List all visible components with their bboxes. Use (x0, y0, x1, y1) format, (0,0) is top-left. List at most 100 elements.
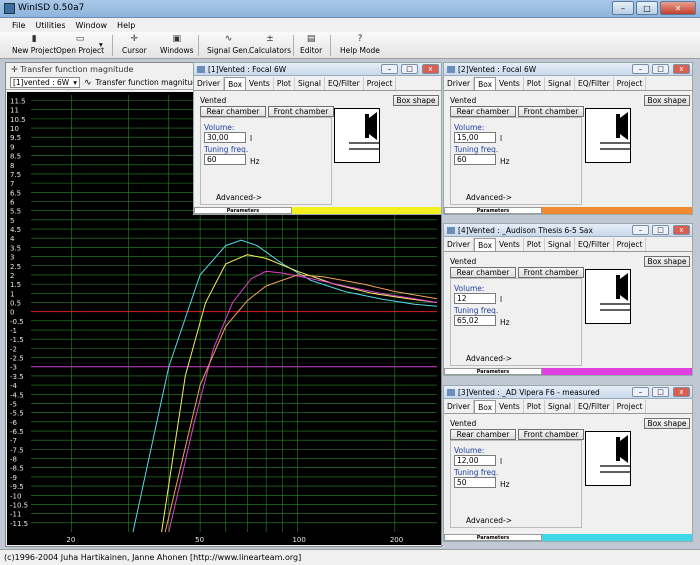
advanced-link[interactable]: Advanced-> (466, 193, 512, 202)
tab-driver[interactable]: Driver (194, 77, 225, 90)
maximize-button[interactable]: □ (652, 64, 669, 74)
tab-vents[interactable]: Vents (496, 400, 524, 413)
graph-type-select[interactable]: Transfer function magnitude (96, 78, 202, 87)
tab-project[interactable]: Project (614, 77, 647, 90)
volume-unit: l (250, 134, 253, 143)
tuning-input[interactable]: 65,02 (454, 315, 496, 326)
minimize-button[interactable]: – (381, 64, 398, 74)
tab-driver[interactable]: Driver (444, 238, 475, 251)
close-button[interactable]: x (422, 64, 439, 74)
y-tick-label: -2.5 (10, 355, 24, 363)
box-window-title: [1]Vented : Focal 6W – □ x (194, 63, 441, 76)
front-chamber-tab[interactable]: Front chamber (518, 429, 584, 440)
windows-button[interactable]: ▣ Windows (160, 34, 193, 55)
menu-window[interactable]: Window (76, 21, 108, 30)
rear-chamber-tab[interactable]: Rear chamber (450, 267, 516, 278)
menu-utilities[interactable]: Utilities (35, 21, 65, 30)
volume-input[interactable]: 12,00 (454, 455, 496, 466)
y-tick-label: 3.5 (10, 244, 21, 252)
signal-gen-button[interactable]: ∿ Signal Gen. (207, 34, 250, 55)
minimize-button[interactable]: – (632, 225, 649, 235)
new-project-button[interactable]: ▮ New Project (12, 34, 56, 55)
close-button[interactable]: ✕ (660, 1, 696, 15)
tuning-unit: Hz (500, 157, 510, 166)
parameters-tab[interactable]: Parameters (444, 534, 542, 541)
help-mode-button[interactable]: ? Help Mode (340, 34, 380, 55)
new-file-icon: ▮ (31, 34, 37, 44)
menu-file[interactable]: File (12, 21, 25, 30)
tab-project[interactable]: Project (614, 400, 647, 413)
close-button[interactable]: x (673, 64, 690, 74)
tuning-unit: Hz (500, 480, 510, 489)
volume-input[interactable]: 12 (454, 293, 496, 304)
front-chamber-tab[interactable]: Front chamber (518, 106, 584, 117)
folder-icon: ▭ (75, 34, 85, 44)
tab-driver[interactable]: Driver (444, 77, 475, 90)
tab-plot[interactable]: Plot (524, 238, 545, 251)
tab-driver[interactable]: Driver (444, 400, 475, 413)
volume-input[interactable]: 30,00 (204, 132, 246, 143)
maximize-button[interactable]: □ (636, 1, 658, 15)
close-button[interactable]: x (673, 225, 690, 235)
cursor-button[interactable]: ✛ Cursor (122, 34, 147, 55)
minimize-button[interactable]: – (632, 64, 649, 74)
tab-vents[interactable]: Vents (496, 238, 524, 251)
x-tick-label: 200 (390, 536, 403, 544)
tab-eq-filter[interactable]: EQ/Filter (575, 238, 614, 251)
tab-plot[interactable]: Plot (274, 77, 295, 90)
parameters-tab[interactable]: Parameters (444, 368, 542, 375)
open-project-button[interactable]: ▭ Open Project (56, 34, 104, 55)
y-tick-label: 1.5 (10, 281, 21, 289)
front-chamber-tab[interactable]: Front chamber (518, 267, 584, 278)
calculators-button[interactable]: ± Calculators (249, 34, 291, 55)
tab-signal[interactable]: Signal (545, 400, 575, 413)
tab-signal[interactable]: Signal (545, 77, 575, 90)
maximize-button[interactable]: □ (652, 387, 669, 397)
tab-eq-filter[interactable]: EQ/Filter (325, 77, 364, 90)
menu-help[interactable]: Help (117, 21, 135, 30)
tuning-input[interactable]: 60 (204, 154, 246, 165)
project-select[interactable]: [1]vented : 6W (10, 77, 80, 88)
tab-box[interactable]: Box (474, 77, 497, 90)
tab-bar: Driver Box Vents Plot Signal EQ/Filter Project (444, 77, 692, 91)
volume-unit: l (500, 134, 503, 143)
tab-plot[interactable]: Plot (524, 77, 545, 90)
tab-eq-filter[interactable]: EQ/Filter (575, 77, 614, 90)
tab-signal[interactable]: Signal (545, 238, 575, 251)
front-chamber-tab[interactable]: Front chamber (268, 106, 334, 117)
minimize-button[interactable]: – (612, 1, 634, 15)
advanced-link[interactable]: Advanced-> (466, 354, 512, 363)
tab-signal[interactable]: Signal (295, 77, 325, 90)
box-shape-button[interactable]: Box shape (644, 418, 690, 429)
parameters-tab[interactable]: Parameters (444, 207, 542, 214)
maximize-button[interactable]: □ (652, 225, 669, 235)
box-shape-button[interactable]: Box shape (393, 95, 439, 106)
advanced-link[interactable]: Advanced-> (216, 193, 262, 202)
y-tick-label: 1 (10, 290, 14, 298)
tab-box[interactable]: Box (474, 238, 497, 251)
box-shape-button[interactable]: Box shape (644, 256, 690, 267)
editor-button[interactable]: ▤ Editor (300, 34, 322, 55)
close-button[interactable]: x (673, 387, 690, 397)
open-project-dropdown[interactable]: ▾ (99, 40, 103, 49)
tab-vents[interactable]: Vents (496, 77, 524, 90)
rear-chamber-tab[interactable]: Rear chamber (200, 106, 266, 117)
rear-chamber-tab[interactable]: Rear chamber (450, 106, 516, 117)
minimize-button[interactable]: – (632, 387, 649, 397)
tab-eq-filter[interactable]: EQ/Filter (575, 400, 614, 413)
tab-project[interactable]: Project (364, 77, 397, 90)
tab-box[interactable]: Box (474, 400, 497, 413)
status-bar: (c)1996-2004 Juha Hartikainen, Janne Aho… (0, 549, 700, 565)
advanced-link[interactable]: Advanced-> (466, 516, 512, 525)
tab-box[interactable]: Box (224, 77, 247, 90)
maximize-button[interactable]: □ (401, 64, 418, 74)
tab-vents[interactable]: Vents (246, 77, 274, 90)
parameters-tab[interactable]: Parameters (194, 207, 292, 214)
rear-chamber-tab[interactable]: Rear chamber (450, 429, 516, 440)
tuning-input[interactable]: 50 (454, 477, 496, 488)
tab-plot[interactable]: Plot (524, 400, 545, 413)
volume-input[interactable]: 15,00 (454, 132, 496, 143)
box-shape-button[interactable]: Box shape (644, 95, 690, 106)
tuning-input[interactable]: 60 (454, 154, 496, 165)
tab-project[interactable]: Project (614, 238, 647, 251)
